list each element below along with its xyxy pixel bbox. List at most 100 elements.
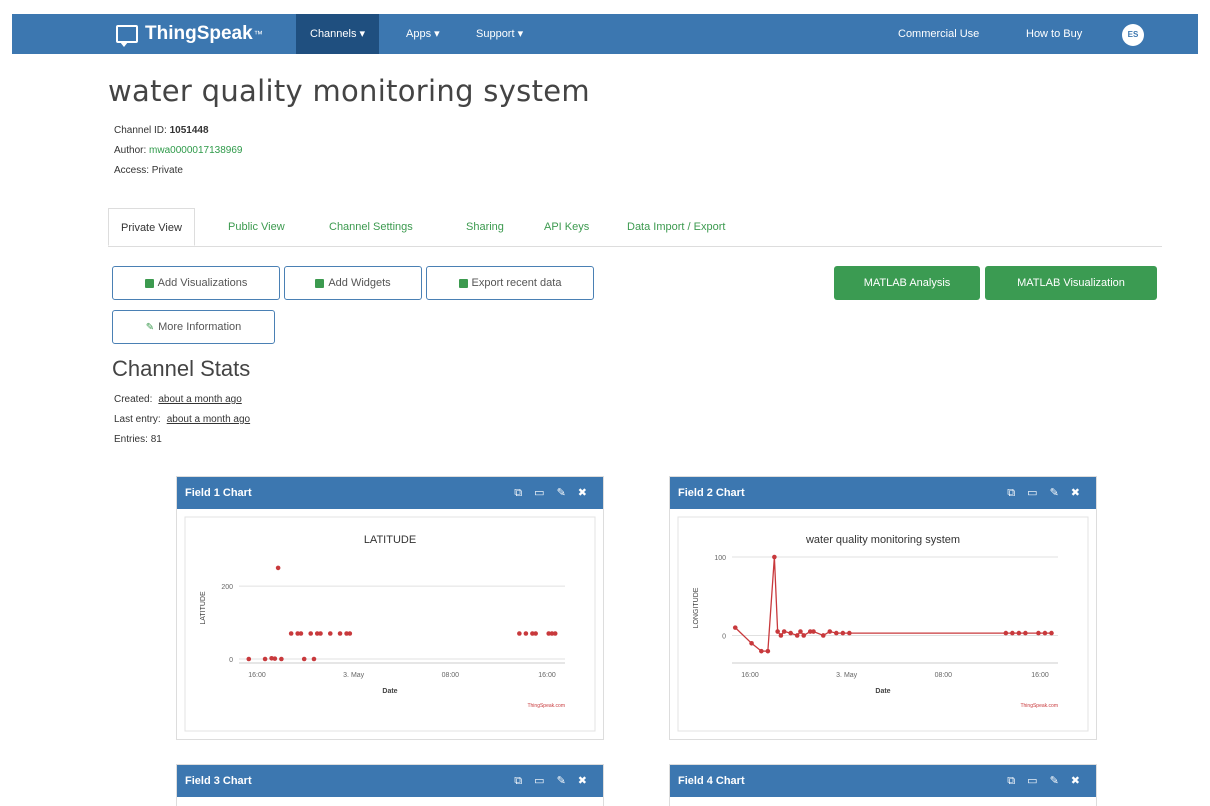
pencil-icon[interactable]: ✎ (557, 477, 566, 509)
data-point (1049, 630, 1054, 636)
nav-how-to-buy[interactable]: How to Buy (1026, 14, 1082, 54)
tab-channel-settings[interactable]: Channel Settings (329, 208, 413, 246)
access-value: Private (151, 165, 183, 176)
data-point (847, 630, 852, 636)
comment-icon[interactable]: ▭ (1027, 477, 1037, 509)
more-information-button[interactable]: ✎ More Information (112, 310, 275, 344)
data-point (811, 629, 816, 634)
channel-stats-heading: Channel Stats (112, 356, 251, 381)
nav-commercial-use[interactable]: Commercial Use (898, 14, 979, 54)
pencil-icon[interactable]: ✎ (1050, 765, 1059, 797)
y-axis-label: LATITUDE (200, 591, 207, 625)
tab-public-view[interactable]: Public View (228, 208, 285, 246)
chart-title: LATITUDE (364, 534, 416, 546)
data-point (781, 629, 787, 634)
pencil-icon[interactable]: ✎ (557, 765, 566, 797)
stat-entries-value: 81 (150, 434, 162, 445)
data-point (308, 631, 314, 636)
add-widgets-label: Add Widgets (328, 277, 391, 289)
close-icon[interactable]: ✖ (578, 765, 587, 797)
author-link[interactable]: mwa0000017138969 (149, 145, 242, 156)
data-point (275, 565, 281, 571)
nav-channels[interactable]: Channels ▾ (296, 14, 380, 54)
add-widgets-button[interactable]: Add Widgets (284, 266, 422, 300)
data-point (517, 631, 522, 636)
field-2-header: Field 2 Chart ⧉ ▭ ✎ ✖ (670, 477, 1096, 509)
x-tick-label: 08:00 (442, 672, 460, 679)
add-visualizations-button[interactable]: Add Visualizations (112, 266, 280, 300)
stat-created: Created: about a month ago (114, 394, 242, 405)
tab-private-view[interactable]: Private View (108, 208, 195, 246)
data-point (246, 656, 252, 662)
stat-created-value: about a month ago (158, 394, 242, 405)
nav-support[interactable]: Support ▾ (462, 14, 537, 54)
data-point (1036, 630, 1041, 636)
stat-created-label: Created: (114, 394, 153, 405)
tab-sharing[interactable]: Sharing (466, 208, 504, 246)
data-point (1023, 630, 1028, 636)
open-external-icon[interactable]: ⧉ (514, 765, 522, 797)
y-tick-label: 100 (714, 555, 726, 562)
data-point (801, 633, 807, 638)
data-point (798, 629, 803, 634)
close-icon[interactable]: ✖ (578, 477, 587, 509)
nav-apps[interactable]: Apps ▾ (392, 14, 454, 54)
data-point (765, 648, 771, 654)
data-point (279, 656, 284, 662)
matlab-analysis-button[interactable]: MATLAB Analysis (834, 266, 980, 300)
x-axis-label: Date (382, 688, 397, 695)
field-2-panel: Field 2 Chart ⧉ ▭ ✎ ✖ water quality moni… (669, 476, 1097, 740)
open-external-icon[interactable]: ⧉ (1007, 765, 1015, 797)
data-point (347, 631, 353, 636)
data-point (1010, 630, 1015, 636)
brand-trademark: ™ (253, 29, 263, 39)
export-icon (458, 278, 468, 288)
x-tick-label: 16:00 (1031, 672, 1049, 679)
data-point (732, 625, 738, 630)
channel-id-row: Channel ID: 1051448 (114, 125, 209, 136)
x-tick-label: 16:00 (741, 672, 759, 679)
field-4-header: Field 4 Chart ⧉ ▭ ✎ ✖ (670, 765, 1096, 797)
open-external-icon[interactable]: ⧉ (514, 477, 522, 509)
data-point (327, 631, 333, 636)
pencil-icon: ✎ (145, 321, 155, 333)
comment-icon[interactable]: ▭ (1027, 765, 1037, 797)
x-tick-label: 3. May (343, 672, 365, 679)
field-1-title: Field 1 Chart (185, 487, 252, 499)
pencil-icon[interactable]: ✎ (1050, 477, 1059, 509)
comment-icon[interactable]: ▭ (534, 765, 544, 797)
open-external-icon[interactable]: ⧉ (1007, 477, 1015, 509)
data-point (759, 648, 764, 654)
user-avatar[interactable]: ES (1122, 24, 1144, 46)
close-icon[interactable]: ✖ (1071, 477, 1080, 509)
tab-api-keys[interactable]: API Keys (544, 208, 589, 246)
field-3-panel: Field 3 Chart ⧉ ▭ ✎ ✖ (176, 764, 604, 806)
data-point (1003, 630, 1009, 636)
data-point (1042, 630, 1048, 636)
x-tick-label: 08:00 (935, 672, 953, 679)
comment-icon[interactable]: ▭ (534, 477, 544, 509)
plus-square-icon (144, 278, 154, 288)
field-1-panel: Field 1 Chart ⧉ ▭ ✎ ✖ LATITUDE 0 200 16:00 3… (176, 476, 604, 740)
matlab-visualization-button[interactable]: MATLAB Visualization (985, 266, 1157, 300)
data-point (827, 629, 833, 634)
access-row: Access: Private (114, 165, 183, 176)
field-4-title: Field 4 Chart (678, 775, 745, 787)
x-tick-label: 3. May (836, 672, 858, 679)
top-navbar: ThingSpeak ™ Channels ▾ Apps ▾ Support ▾ … (12, 14, 1198, 54)
chart-frame (677, 516, 1089, 732)
y-axis-label: LONGITUDE (693, 587, 700, 628)
y-tick-label: 0 (229, 657, 233, 664)
tab-data-import-export[interactable]: Data Import / Export (627, 208, 725, 246)
close-icon[interactable]: ✖ (1071, 765, 1080, 797)
data-point (318, 631, 323, 636)
stat-entries: Entries: 81 (114, 434, 162, 445)
export-recent-data-button[interactable]: Export recent data (426, 266, 594, 300)
data-point (552, 631, 558, 636)
field-2-chart: water quality monitoring system 0 100 16:00… (677, 516, 1089, 732)
brand-logo[interactable]: ThingSpeak ™ (116, 14, 263, 54)
page-title: water quality monitoring system (108, 74, 590, 108)
channel-id-value: 1051448 (169, 125, 209, 136)
field-2-title: Field 2 Chart (678, 487, 745, 499)
x-tick-label: 16:00 (248, 672, 266, 679)
